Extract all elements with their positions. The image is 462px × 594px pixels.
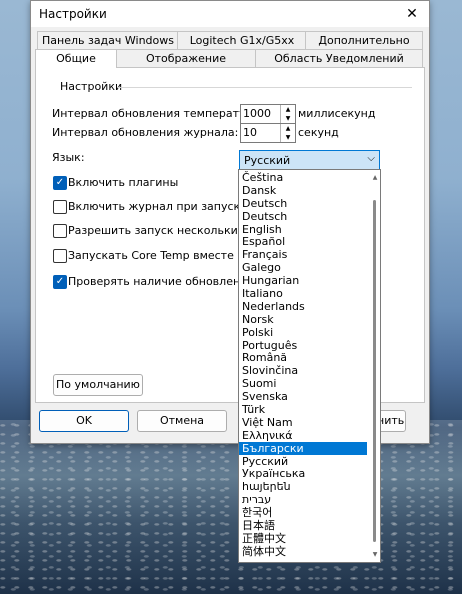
language-option[interactable]: Français <box>239 248 367 261</box>
language-option[interactable]: Türk <box>239 403 367 416</box>
scroll-down-icon[interactable]: ▼ <box>371 551 379 558</box>
tab-general[interactable]: Общие <box>35 49 117 68</box>
log-interval-unit: секунд <box>298 126 339 139</box>
language-option[interactable]: Dansk <box>239 184 367 197</box>
language-option[interactable]: Hungarian <box>239 274 367 287</box>
log-interval-spinner[interactable]: ▲▼ <box>240 123 296 143</box>
language-label: Язык: <box>52 151 85 164</box>
close-icon[interactable]: ✕ <box>401 3 423 25</box>
checkbox-label: Запускать Core Temp вместе с Wi <box>68 249 261 262</box>
language-option[interactable]: 正體中文 <box>239 532 367 545</box>
language-option[interactable]: Norsk <box>239 313 367 326</box>
temp-interval-unit: миллисекунд <box>298 107 376 120</box>
temp-interval-label: Интервал обновления температур: <box>52 107 257 120</box>
checkbox-enable-log[interactable] <box>53 200 67 214</box>
language-option[interactable]: Čeština <box>239 171 367 184</box>
spinner-arrows[interactable]: ▲ ▼ <box>280 105 295 123</box>
language-option[interactable]: Deutsch <box>239 210 367 223</box>
checkbox-label: Проверять наличие обновлений п <box>68 275 266 288</box>
group-divider <box>118 87 412 88</box>
window-title: Настройки <box>39 7 107 21</box>
language-option[interactable]: Nederlands <box>239 300 367 313</box>
language-options: Čeština Dansk Deutsch Deutsch English Español… <box>239 171 367 558</box>
log-interval-input[interactable] <box>243 125 277 139</box>
checkbox-check-updates[interactable]: ✓ <box>53 275 67 289</box>
chevron-down-icon[interactable]: ⌵ <box>367 153 375 164</box>
language-option[interactable]: Polski <box>239 326 367 339</box>
language-option[interactable]: Deutsch <box>239 197 367 210</box>
language-option[interactable]: հայերեն <box>239 480 367 493</box>
language-option[interactable]: 简体中文 <box>239 545 367 558</box>
language-option[interactable]: Русский <box>239 455 367 468</box>
language-option[interactable]: English <box>239 223 367 236</box>
desktop-background <box>0 420 462 594</box>
language-option[interactable]: 한국어 <box>239 506 367 519</box>
temp-interval-spinner[interactable]: ▲▼ <box>240 104 296 124</box>
checkbox-label: Включить плагины <box>68 176 179 189</box>
tab-taskbar[interactable]: Панель задач Windows <box>37 31 179 49</box>
language-option[interactable]: Suomi <box>239 377 367 390</box>
temp-interval-input[interactable] <box>243 106 277 120</box>
language-option[interactable]: Español <box>239 235 367 249</box>
checkbox-multiple-instances[interactable] <box>53 224 67 238</box>
language-option[interactable]: Ελληνικά <box>239 429 367 442</box>
log-interval-label: Интервал обновления журнала: <box>52 126 239 139</box>
language-option[interactable]: Italiano <box>239 287 367 300</box>
spin-up-icon[interactable]: ▲ <box>281 124 295 133</box>
language-option[interactable]: 日本語 <box>239 519 367 532</box>
language-option[interactable]: Български <box>239 441 367 455</box>
defaults-button[interactable]: По умолчанию <box>53 374 143 396</box>
tab-logitech[interactable]: Logitech G1x/G5xx <box>177 31 307 49</box>
language-option[interactable]: Português <box>239 339 367 352</box>
settings-group-label: Настройки <box>60 80 123 93</box>
language-select[interactable]: Русский ⌵ <box>239 150 380 171</box>
scroll-up-icon[interactable]: ▲ <box>371 174 379 181</box>
language-dropdown-list[interactable]: Čeština Dansk Deutsch Deutsch English Español… <box>238 169 381 563</box>
checkbox-enable-plugins[interactable]: ✓ <box>53 176 67 190</box>
language-option[interactable]: Việt Nam <box>239 416 367 429</box>
checkbox-label: Разрешить запуск нескольких ко <box>68 224 262 237</box>
ok-button[interactable]: OK <box>39 410 129 432</box>
cancel-button[interactable]: Отмена <box>137 410 227 432</box>
tab-advanced[interactable]: Дополнительно <box>305 31 423 49</box>
language-option[interactable]: Svenska <box>239 390 367 403</box>
language-selected-value: Русский <box>244 154 291 167</box>
language-option[interactable]: עברית <box>239 493 367 506</box>
checkbox-start-with-windows[interactable] <box>53 249 67 263</box>
language-option[interactable]: Galego <box>239 261 367 274</box>
checkbox-label: Включить журнал при запуске <box>68 200 247 213</box>
spin-down-icon[interactable]: ▼ <box>281 133 295 142</box>
spinner-arrows[interactable]: ▲ ▼ <box>280 124 295 142</box>
language-option[interactable]: Slovinčina <box>239 364 367 377</box>
scrollbar-thumb[interactable] <box>373 200 376 542</box>
title-bar: Настройки ✕ <box>31 1 429 27</box>
tab-display[interactable]: Отображение <box>115 49 257 67</box>
dropdown-scrollbar[interactable]: ▲ ▼ <box>370 170 380 562</box>
tab-notification-area[interactable]: Область Уведомлений <box>255 49 423 67</box>
spin-down-icon[interactable]: ▼ <box>281 114 295 123</box>
language-option[interactable]: Українська <box>239 467 367 481</box>
spin-up-icon[interactable]: ▲ <box>281 105 295 114</box>
language-option[interactable]: Română <box>239 351 367 365</box>
